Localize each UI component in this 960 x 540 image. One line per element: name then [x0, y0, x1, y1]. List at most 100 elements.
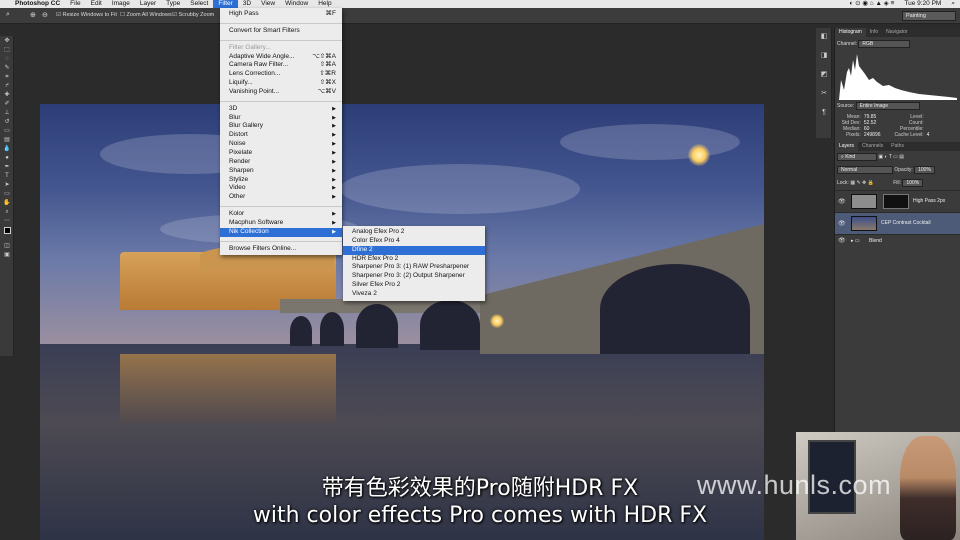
path-select-tool-icon[interactable]: ➤ — [2, 182, 12, 189]
kind-filter-select[interactable]: ⌕ Kind — [837, 153, 877, 161]
zoom-tool-icon-2[interactable]: ⌕ — [2, 209, 12, 216]
tab-histogram[interactable]: Histogram — [835, 28, 866, 37]
scrubby-zoom-checkbox[interactable]: ☑ Scrubby Zoom — [172, 12, 214, 18]
properties-panel-icon[interactable]: ◨ — [819, 51, 829, 61]
filter-menu-item[interactable]: Noise ▶ — [220, 140, 342, 149]
blend-mode-select[interactable]: Normal — [837, 166, 893, 174]
healing-tool-icon[interactable]: ✚ — [2, 92, 12, 99]
layer-row[interactable]: 👁 High Pass 2px — [835, 190, 960, 212]
filter-menu-item[interactable]: Browse Filters Online... — [220, 245, 342, 254]
menu-type[interactable]: Type — [161, 0, 185, 8]
marquee-tool-icon[interactable]: ⬚ — [2, 47, 12, 54]
filter-menu-item[interactable]: Convert for Smart Filters — [220, 27, 342, 36]
menu-file[interactable]: File — [65, 0, 85, 8]
resize-windows-checkbox[interactable]: ☑ Resize Windows to Fit — [56, 12, 117, 18]
lock-icons[interactable]: ▦ ✎ ✥ 🔒 — [850, 180, 875, 186]
nik-submenu-item[interactable]: Sharpener Pro 3: (1) RAW Presharpener — [343, 263, 485, 272]
filter-menu-item[interactable]: Stylize ▶ — [220, 176, 342, 185]
visibility-eye-icon[interactable]: 👁 — [838, 237, 846, 244]
filter-menu-item[interactable]: 3D ▶ — [220, 105, 342, 114]
quick-mask-icon[interactable]: ◫ — [2, 243, 12, 250]
layer-name[interactable]: Blend — [869, 238, 882, 244]
type-tool-icon[interactable]: T — [2, 173, 12, 180]
filter-menu-item[interactable]: Sharpen ▶ — [220, 167, 342, 176]
gradient-tool-icon[interactable]: ▤ — [2, 137, 12, 144]
filter-menu-item[interactable]: Blur Gallery ▶ — [220, 122, 342, 131]
menu-view[interactable]: View — [256, 0, 280, 8]
filter-menu-item[interactable]: Video ▶ — [220, 184, 342, 193]
spotlight-icon[interactable]: ⌕ — [946, 0, 960, 8]
brush-tool-icon[interactable]: ✐ — [2, 101, 12, 108]
crop-tool-icon[interactable]: ⌗ — [2, 74, 12, 81]
tab-channels[interactable]: Channels — [858, 142, 887, 151]
menu-filter[interactable]: Filter — [213, 0, 238, 8]
filter-menu-item[interactable]: Macphun Software ▶ — [220, 219, 342, 228]
zoom-in-icon[interactable]: ⊕ — [30, 11, 36, 19]
filter-menu-item[interactable]: Blur ▶ — [220, 114, 342, 123]
visibility-eye-icon[interactable]: 👁 — [838, 220, 846, 227]
tab-info[interactable]: Info — [866, 28, 882, 37]
adjustments-panel-icon[interactable]: ◩ — [819, 70, 829, 80]
history-brush-icon[interactable]: ↺ — [2, 119, 12, 126]
filter-menu-item[interactable]: Lens Correction... ⇧⌘R — [220, 70, 342, 79]
move-tool-icon[interactable]: ✥ — [2, 38, 12, 45]
menu-image[interactable]: Image — [107, 0, 135, 8]
menu-help[interactable]: Help — [313, 0, 336, 8]
source-select[interactable]: Entire Image — [855, 102, 920, 110]
menu-select[interactable]: Select — [185, 0, 213, 8]
eyedropper-tool-icon[interactable]: ⌿ — [2, 83, 12, 90]
nik-submenu-item[interactable]: Color Efex Pro 4 — [343, 237, 485, 246]
tab-layers[interactable]: Layers — [835, 142, 859, 151]
nik-submenu-item[interactable]: HDR Efex Pro 2 — [343, 255, 485, 264]
filter-menu-item[interactable]: Other ▶ — [220, 193, 342, 202]
nik-submenu-item[interactable]: Dfine 2 — [343, 245, 485, 255]
fill-input[interactable]: 100% — [902, 179, 924, 187]
filter-menu-item[interactable]: Distort ▶ — [220, 131, 342, 140]
color-swatches[interactable] — [2, 227, 12, 241]
menu-3d[interactable]: 3D — [238, 0, 256, 8]
nik-submenu-item[interactable]: Silver Efex Pro 2 — [343, 281, 485, 290]
hand-tool-icon[interactable]: ✋ — [2, 200, 12, 207]
nik-submenu-item[interactable]: Sharpener Pro 3: (2) Output Sharpener — [343, 272, 485, 281]
nik-submenu-item[interactable]: Analog Efex Pro 2 — [343, 228, 485, 237]
layer-filter-icons[interactable]: ▣ ◐ T ▭ ▤ — [878, 154, 904, 160]
screen-mode-icon[interactable]: ▣ — [2, 252, 12, 259]
history-panel-icon[interactable]: ◧ — [819, 32, 829, 42]
layer-name[interactable]: High Pass 2px — [913, 198, 945, 204]
filter-menu-item[interactable]: Camera Raw Filter... ⇧⌘A — [220, 61, 342, 70]
character-panel-icon[interactable]: ¶ — [819, 108, 829, 118]
eraser-tool-icon[interactable]: ▭ — [2, 128, 12, 135]
nik-submenu-item[interactable]: Viveza 2 — [343, 290, 485, 299]
opacity-input[interactable]: 100% — [914, 166, 935, 174]
stamp-tool-icon[interactable]: ⊥ — [2, 110, 12, 117]
layer-name[interactable]: CEP Contrast Cocktail — [881, 220, 931, 226]
tab-paths[interactable]: Paths — [887, 142, 908, 151]
layer-group-row[interactable]: 👁 ▸ ▭ Blend — [835, 234, 960, 246]
menu-layer[interactable]: Layer — [135, 0, 161, 8]
zoom-tool-icon[interactable]: ⌕ — [6, 11, 10, 19]
menu-edit[interactable]: Edit — [86, 0, 107, 8]
filter-menu-item[interactable]: Kolor ▶ — [220, 210, 342, 219]
blur-tool-icon[interactable]: 💧 — [2, 146, 12, 153]
more-tools-icon[interactable]: ⋯ — [2, 218, 12, 225]
filter-menu-item[interactable]: High Pass ⌘F — [220, 10, 342, 19]
filter-menu-item[interactable]: Vanishing Point... ⌥⌘V — [220, 88, 342, 97]
shape-tool-icon[interactable]: ▭ — [2, 191, 12, 198]
filter-menu-item[interactable]: Nik Collection ▶ — [220, 227, 342, 237]
quick-select-tool-icon[interactable]: ✎ — [2, 65, 12, 72]
zoom-all-checkbox[interactable]: ☐ Zoom All Windows — [120, 12, 172, 18]
channel-select[interactable]: RGB — [858, 40, 911, 48]
tools-preset-icon[interactable]: ✂ — [819, 89, 829, 99]
zoom-out-icon[interactable]: ⊖ — [42, 11, 48, 19]
pen-tool-icon[interactable]: ✒ — [2, 164, 12, 171]
workspace-select[interactable]: Painting — [902, 11, 956, 21]
visibility-eye-icon[interactable]: 👁 — [838, 198, 846, 205]
filter-menu-item[interactable]: Liquify... ⇧⌘X — [220, 79, 342, 88]
menu-window[interactable]: Window — [280, 0, 313, 8]
dodge-tool-icon[interactable]: ● — [2, 155, 12, 162]
lasso-tool-icon[interactable]: ◌ — [2, 56, 12, 63]
filter-menu-item[interactable]: Render ▶ — [220, 158, 342, 167]
filter-menu-item[interactable]: Pixelate ▶ — [220, 149, 342, 158]
layer-row-selected[interactable]: 👁 CEP Contrast Cocktail — [835, 212, 960, 234]
app-menu[interactable]: Photoshop CC — [10, 0, 65, 8]
